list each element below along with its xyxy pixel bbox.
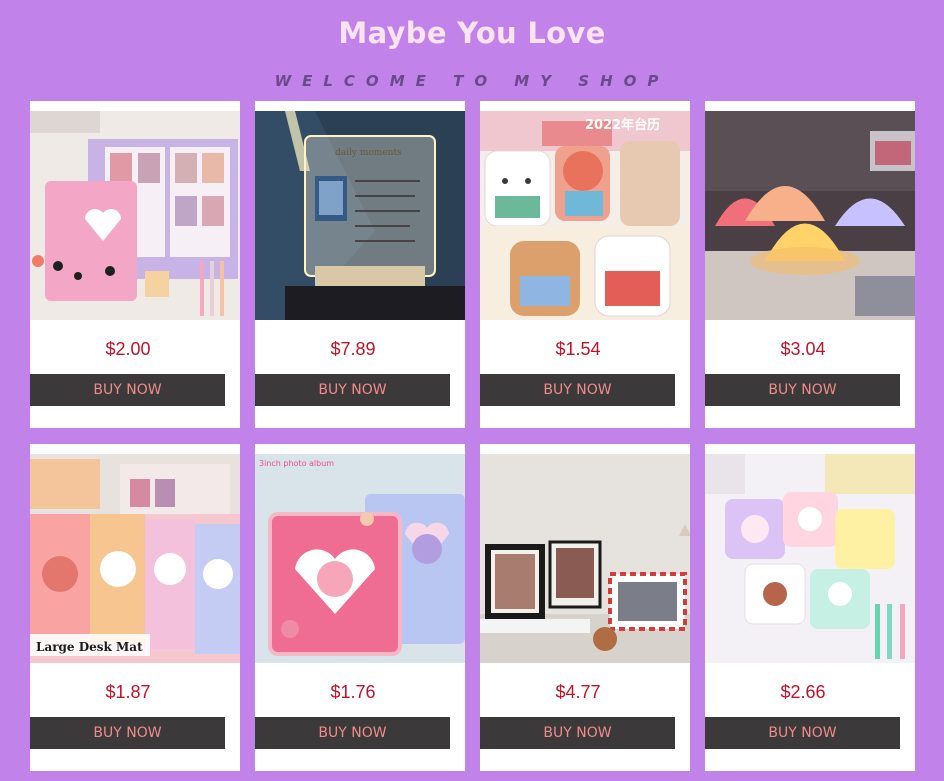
- product-card[interactable]: $2.66 BUY NOW: [705, 444, 915, 771]
- product-price: $4.77: [555, 682, 601, 702]
- product-card[interactable]: daily moments $7.89 BUY NOW: [255, 101, 465, 428]
- product-image-led-board[interactable]: daily moments: [255, 111, 465, 320]
- product-price: $2.00: [105, 339, 151, 359]
- product-image-photo-album-3inch[interactable]: 3inch photo album: [255, 454, 465, 663]
- buy-now-button[interactable]: BUY NOW: [30, 374, 225, 406]
- product-card[interactable]: Large Desk Mat $1.87 BUY NOW: [30, 444, 240, 771]
- product-price: $3.04: [780, 339, 826, 359]
- product-price: $1.87: [105, 682, 151, 702]
- buy-now-button[interactable]: BUY NOW: [30, 717, 225, 749]
- buy-now-button[interactable]: BUY NOW: [705, 717, 900, 749]
- product-image-calendar[interactable]: 2022年台历: [480, 111, 690, 320]
- page-subtitle: WELCOME TO MY SHOP: [274, 72, 670, 90]
- image-caption: 3inch photo album: [259, 459, 334, 468]
- product-price: $1.76: [330, 682, 376, 702]
- product-image-photo-album[interactable]: [30, 111, 240, 320]
- image-caption: Large Desk Mat: [36, 640, 143, 654]
- image-caption: daily moments: [335, 148, 402, 158]
- buy-now-button[interactable]: BUY NOW: [480, 374, 675, 406]
- product-image-photo-frames[interactable]: [480, 454, 690, 663]
- product-price: $7.89: [330, 339, 376, 359]
- buy-now-button[interactable]: BUY NOW: [255, 374, 450, 406]
- product-price: $1.54: [555, 339, 601, 359]
- product-image-desk-mat[interactable]: Large Desk Mat: [30, 454, 240, 663]
- page-title: Maybe You Love: [338, 16, 606, 50]
- product-card[interactable]: $4.77 BUY NOW: [480, 444, 690, 771]
- product-card[interactable]: 2022年台历 $1.54 BUY NOW: [480, 101, 690, 428]
- buy-now-button[interactable]: BUY NOW: [480, 717, 675, 749]
- product-image-shell-lamp[interactable]: [705, 111, 915, 320]
- product-price: $2.66: [780, 682, 826, 702]
- buy-now-button[interactable]: BUY NOW: [255, 717, 450, 749]
- buy-now-button[interactable]: BUY NOW: [705, 374, 900, 406]
- product-card[interactable]: 3inch photo album $1.76 BUY NOW: [255, 444, 465, 771]
- product-image-coin-pouch[interactable]: [705, 454, 915, 663]
- product-card[interactable]: $3.04 BUY NOW: [705, 101, 915, 428]
- product-card[interactable]: $2.00 BUY NOW: [30, 101, 240, 428]
- image-caption: 2022年台历: [585, 117, 660, 133]
